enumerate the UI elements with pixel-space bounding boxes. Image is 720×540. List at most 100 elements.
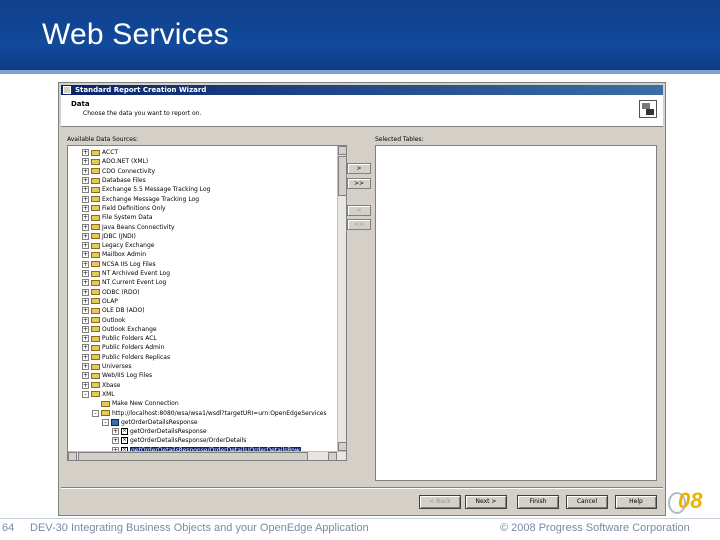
expand-icon[interactable]: + — [82, 177, 89, 185]
back-button[interactable]: < Back — [419, 495, 461, 509]
tree-item[interactable]: + Outlook Exchange — [82, 325, 157, 334]
tree-item[interactable]: + Outlook — [82, 315, 125, 324]
expand-icon[interactable]: + — [82, 316, 89, 324]
tree-item[interactable]: + ADO.NET (XML) — [82, 157, 148, 166]
tree-item[interactable]: Make New Connection — [92, 399, 179, 408]
expand-icon[interactable]: + — [82, 344, 89, 352]
expand-icon[interactable]: + — [82, 214, 89, 222]
h-scroll-thumb[interactable] — [78, 452, 308, 460]
expand-icon[interactable]: + — [82, 158, 89, 166]
tree-item[interactable]: + NT Current Event Log — [82, 278, 166, 287]
next-button[interactable]: Next > — [465, 495, 507, 509]
slide-header: Web Services — [0, 0, 720, 74]
tree-item[interactable]: + ACCT — [82, 148, 118, 157]
remove-all-tables-button[interactable]: << — [347, 219, 371, 230]
tree-item[interactable]: + File System Data — [82, 213, 153, 222]
folder-icon — [91, 326, 100, 333]
tree-item[interactable]: + OLAP — [82, 297, 118, 306]
expand-icon[interactable]: + — [82, 279, 89, 287]
table-icon: × — [121, 428, 128, 436]
expand-icon[interactable]: + — [112, 437, 119, 445]
help-button[interactable]: Help — [615, 495, 657, 509]
expand-icon[interactable]: + — [82, 260, 89, 268]
tree-item[interactable]: + Web/IIS Log Files — [82, 371, 152, 380]
expand-icon[interactable]: + — [82, 372, 89, 380]
expand-icon[interactable]: + — [82, 381, 89, 389]
tree-item-label: ADO.NET (XML) — [102, 158, 149, 166]
expand-icon[interactable]: + — [82, 288, 89, 296]
scroll-up-arrow[interactable] — [338, 146, 346, 155]
folder-icon — [91, 224, 100, 231]
tree-item[interactable]: + Universes — [82, 362, 132, 371]
expand-icon[interactable]: + — [82, 353, 89, 361]
add-all-tables-button[interactable]: >> — [347, 178, 371, 189]
expand-icon[interactable]: + — [82, 363, 89, 371]
expand-icon[interactable]: + — [82, 195, 89, 203]
tree-item[interactable]: + Exchange Message Tracking Log — [82, 195, 199, 204]
tree-item[interactable]: + ODBC (RDO) — [82, 288, 140, 297]
folder-icon — [91, 335, 100, 342]
tree-item[interactable]: + JDBC (JNDI) — [82, 232, 136, 241]
collapse-icon[interactable]: - — [82, 390, 89, 398]
expand-icon[interactable]: + — [82, 242, 89, 250]
tree-item-label: Public Folders Admin — [102, 344, 165, 352]
collapse-icon[interactable]: - — [92, 409, 99, 417]
cancel-button[interactable]: Cancel — [566, 495, 608, 509]
expand-icon[interactable]: + — [82, 297, 89, 305]
tree-item[interactable]: + Legacy Exchange — [82, 241, 155, 250]
expand-icon[interactable]: + — [82, 186, 89, 194]
tree-item-label: XML — [102, 390, 115, 398]
tree-item[interactable]: + Xbase — [82, 381, 120, 390]
tree-item[interactable]: + CDO Connectivity — [82, 167, 155, 176]
tree-item[interactable]: + Public Folders Replicas — [82, 353, 170, 362]
expand-icon[interactable]: + — [82, 335, 89, 343]
tree-item[interactable]: + Exchange 5.5 Message Tracking Log — [82, 185, 210, 194]
scroll-thumb[interactable] — [338, 156, 346, 196]
tree-item[interactable]: + Java Beans Connectivity — [82, 222, 175, 231]
tree-item-label: Public Folders Replicas — [102, 353, 171, 361]
tree-item[interactable]: + NT Archived Event Log — [82, 269, 170, 278]
add-table-button[interactable]: > — [347, 163, 371, 174]
collapse-icon[interactable]: - — [102, 418, 109, 426]
tree-item[interactable]: - XML — [82, 390, 115, 399]
expand-icon[interactable]: + — [82, 167, 89, 175]
selected-tables-list[interactable] — [375, 145, 657, 481]
tree-item[interactable]: + Mailbox Admin — [82, 250, 146, 259]
scroll-right-arrow[interactable] — [328, 452, 337, 460]
expand-icon[interactable]: + — [82, 325, 89, 333]
scroll-down-arrow[interactable] — [338, 442, 346, 451]
expand-icon[interactable]: + — [82, 149, 89, 157]
tree-item[interactable]: + Database Files — [82, 176, 146, 185]
tree-item[interactable]: - http://localhost:8080/wsa/wsa1/wsdl?tar… — [92, 408, 327, 417]
tree-item[interactable]: + × getOrderDetailsResponse — [112, 427, 207, 436]
expand-icon[interactable]: + — [82, 223, 89, 231]
expand-icon[interactable]: + — [82, 251, 89, 259]
expand-icon[interactable]: + — [82, 307, 89, 315]
folder-icon — [91, 233, 100, 240]
tree-item-label: getOrderDetailsResponse — [130, 428, 207, 436]
wizard-titlebar: Standard Report Creation Wizard — [61, 85, 663, 95]
tree-item[interactable]: + OLE DB (ADO) — [82, 306, 145, 315]
tree-item[interactable]: - getOrderDetailsResponse — [102, 418, 198, 427]
tree-horizontal-scrollbar[interactable] — [68, 451, 346, 460]
expand-icon[interactable]: + — [82, 204, 89, 212]
folder-icon — [101, 410, 110, 417]
tree-item-label: Java Beans Connectivity — [102, 223, 175, 231]
tree-item[interactable]: + Public Folders Admin — [82, 343, 164, 352]
folder-icon — [91, 168, 100, 175]
scroll-left-arrow[interactable] — [68, 452, 77, 460]
folder-icon — [91, 317, 100, 324]
expand-icon[interactable]: + — [82, 270, 89, 278]
tree-item[interactable]: + × getOrderDetailsResponse/OrderDetails — [112, 436, 246, 445]
expand-icon[interactable]: + — [82, 232, 89, 240]
folder-icon — [91, 196, 100, 203]
available-data-sources-tree[interactable]: + ACCT + ADO.NET (XML) + CDO Connectivity + Dat… — [67, 145, 347, 461]
tree-item[interactable]: + NCSA IIS Log Files — [82, 260, 156, 269]
tree-item[interactable]: + Public Folders ACL — [82, 334, 157, 343]
remove-table-button[interactable]: < — [347, 205, 371, 216]
tree-item[interactable]: + Field Definitions Only — [82, 204, 166, 213]
tree-vertical-scrollbar[interactable] — [337, 146, 346, 460]
progress-exchange-badge: 08 — [668, 488, 708, 518]
expand-icon[interactable]: + — [112, 428, 119, 436]
finish-button[interactable]: Finish — [517, 495, 559, 509]
